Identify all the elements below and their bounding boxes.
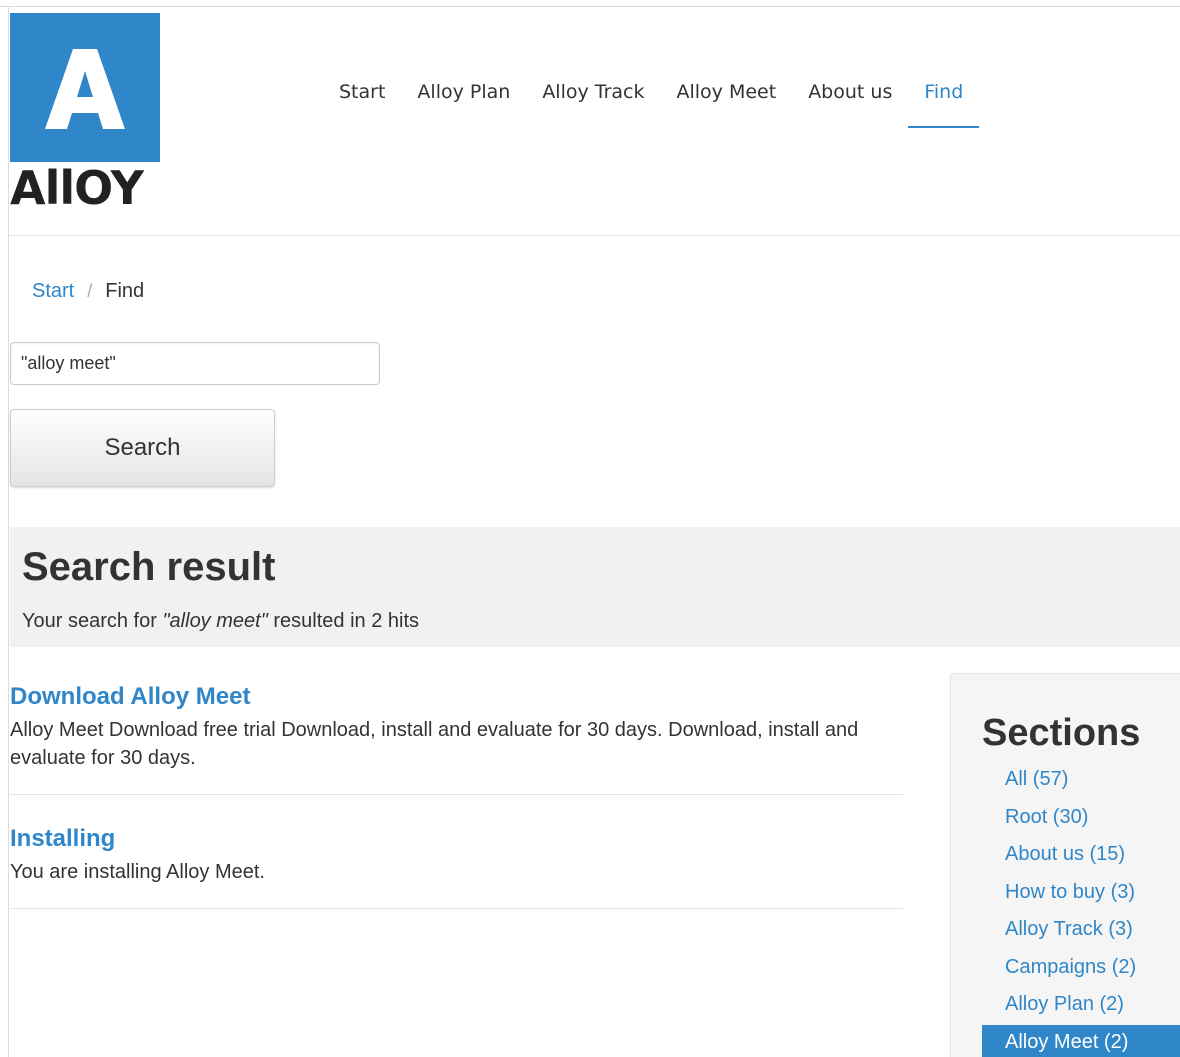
search-hit: Download Alloy Meet Alloy Meet Download …: [10, 682, 903, 795]
section-item-alloy-plan: Alloy Plan (2): [982, 987, 1180, 1025]
section-item-how-to-buy: How to buy (3): [982, 875, 1180, 913]
search-hit: Installing You are installing Alloy Meet…: [10, 824, 903, 909]
section-link-alloy-meet[interactable]: Alloy Meet (2): [982, 1024, 1180, 1057]
breadcrumb: Start / Find: [32, 280, 144, 303]
sections-sidebar: Sections All (57) Root (30) About us (15…: [950, 673, 1180, 1057]
nav-item-about-us[interactable]: About us: [792, 78, 908, 128]
section-link-campaigns[interactable]: Campaigns (2): [982, 950, 1180, 985]
summary-suffix: resulted in 2 hits: [267, 610, 420, 632]
section-link-alloy-track[interactable]: Alloy Track (3): [982, 912, 1180, 947]
section-link-alloy-plan[interactable]: Alloy Plan (2): [982, 987, 1180, 1022]
search-result-summary: Your search for "alloy meet" resulted in…: [22, 610, 419, 633]
section-item-root: Root (30): [982, 800, 1180, 838]
section-item-all: All (57): [982, 762, 1180, 800]
alloy-logo[interactable]: AllOY: [10, 13, 160, 215]
logo-box: [10, 13, 160, 162]
section-link-root[interactable]: Root (30): [982, 800, 1180, 835]
sections-title: Sections: [982, 712, 1141, 754]
search-result-title: Search result: [22, 545, 276, 589]
nav-item-alloy-plan[interactable]: Alloy Plan: [401, 78, 526, 128]
logo-wordmark: AllOY: [10, 161, 144, 215]
nav-item-alloy-track[interactable]: Alloy Track: [526, 78, 660, 128]
search-result-panel: Search result Your search for "alloy mee…: [10, 527, 1180, 647]
nav-item-start[interactable]: Start: [323, 78, 401, 128]
sections-list: All (57) Root (30) About us (15) How to …: [982, 762, 1180, 1057]
nav-item-find[interactable]: Find: [908, 78, 980, 128]
section-link-all[interactable]: All (57): [982, 762, 1180, 797]
main-nav: Start Alloy Plan Alloy Track Alloy Meet …: [323, 78, 980, 128]
frame-left-border: [8, 6, 9, 1057]
search-hit-text: You are installing Alloy Meet.: [10, 861, 265, 883]
header-divider: [9, 235, 1180, 236]
breadcrumb-current: Find: [105, 280, 145, 302]
section-item-about-us: About us (15): [982, 837, 1180, 875]
nav-item-alloy-meet[interactable]: Alloy Meet: [661, 78, 793, 128]
search-hit-title[interactable]: Installing: [10, 824, 903, 854]
summary-prefix: Your search for: [22, 610, 163, 632]
search-button[interactable]: Search: [10, 409, 275, 487]
search-hit-text: Alloy Meet Download free trial Download,…: [10, 719, 859, 769]
section-item-alloy-meet: Alloy Meet (2): [982, 1024, 1180, 1057]
breadcrumb-separator: /: [87, 281, 93, 301]
search-hit-title[interactable]: Download Alloy Meet: [10, 682, 903, 712]
breadcrumb-start-link[interactable]: Start: [32, 280, 74, 303]
logo-letter-a-icon: [45, 49, 125, 129]
section-link-about-us[interactable]: About us (15): [982, 837, 1180, 872]
frame-top-border: [0, 6, 1180, 7]
search-input[interactable]: [10, 342, 380, 385]
section-link-how-to-buy[interactable]: How to buy (3): [982, 875, 1180, 910]
section-item-campaigns: Campaigns (2): [982, 950, 1180, 988]
summary-query: "alloy meet": [162, 610, 268, 632]
section-item-alloy-track: Alloy Track (3): [982, 912, 1180, 950]
